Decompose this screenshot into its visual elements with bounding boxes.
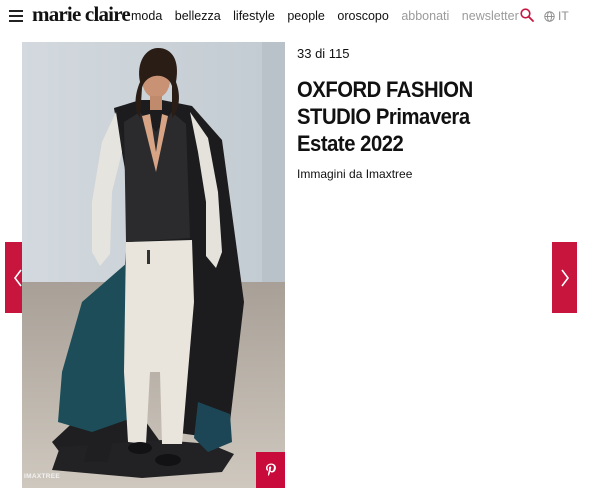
nav-item-newsletter[interactable]: newsletter (462, 9, 519, 23)
globe-icon (544, 10, 555, 22)
site-logo[interactable]: marie claire (32, 2, 131, 27)
pinterest-icon (265, 463, 276, 476)
pinterest-share-button[interactable] (256, 452, 285, 488)
slide-counter: 33 di 115 (297, 46, 350, 61)
top-navigation-bar: marie claire moda bellezza lifestyle peo… (0, 0, 600, 34)
next-slide-button[interactable] (552, 242, 577, 313)
nav-item-oroscopo[interactable]: oroscopo (337, 9, 388, 23)
language-selector[interactable]: IT (544, 9, 569, 23)
nav-item-moda[interactable]: moda (131, 9, 162, 23)
chevron-right-icon (560, 269, 569, 286)
search-icon[interactable] (520, 8, 534, 22)
language-label: IT (558, 9, 569, 23)
hamburger-icon[interactable] (9, 9, 23, 23)
chevron-left-icon (13, 269, 22, 286)
nav-item-abbonati[interactable]: abbonati (401, 9, 449, 23)
image-credit: IMAXTREE (24, 473, 60, 480)
gallery-subtitle: Immagini da Imaxtree (297, 167, 413, 181)
gallery-title: OXFORD FASHION STUDIO Primavera Estate 2… (297, 76, 490, 157)
main-nav: moda bellezza lifestyle people oroscopo … (131, 9, 531, 23)
gallery-photo[interactable] (22, 42, 285, 488)
nav-item-people[interactable]: people (287, 9, 325, 23)
nav-item-bellezza[interactable]: bellezza (175, 9, 221, 23)
nav-item-lifestyle[interactable]: lifestyle (233, 9, 275, 23)
